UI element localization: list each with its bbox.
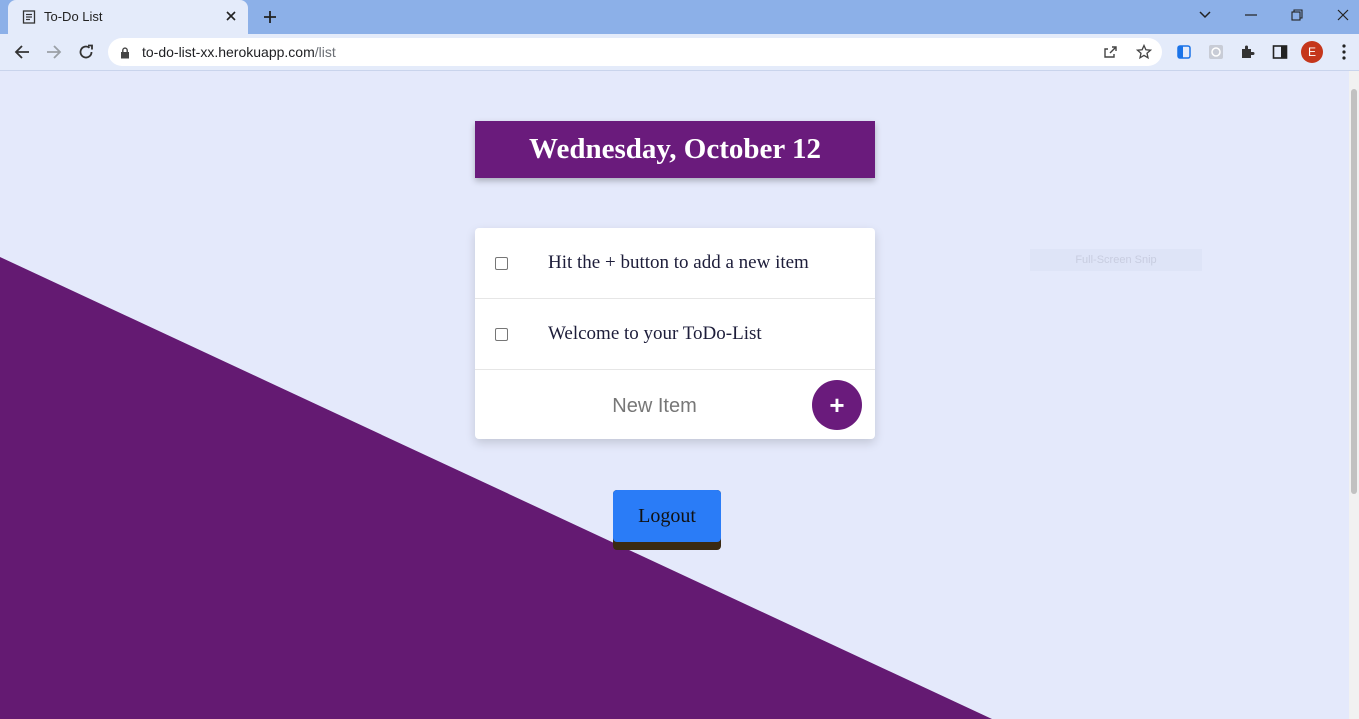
restore-icon[interactable] xyxy=(1283,4,1311,26)
tab-title: To-Do List xyxy=(44,9,103,24)
extension-puzzle-grid-icon[interactable] xyxy=(1205,41,1227,63)
list-item: Welcome to your ToDo-List xyxy=(475,299,875,370)
logout-button[interactable]: Logout xyxy=(613,490,721,550)
address-bar[interactable]: to-do-list-xx.herokuapp.com/list xyxy=(108,38,1162,66)
item-label: Welcome to your ToDo-List xyxy=(548,323,762,344)
tab-search-icon[interactable] xyxy=(1191,4,1219,26)
browser-toolbar: to-do-list-xx.herokuapp.com/list E xyxy=(0,34,1359,71)
side-panel-icon[interactable] xyxy=(1269,41,1291,63)
todo-card: Hit the + button to add a new item Welco… xyxy=(475,228,875,439)
lock-icon[interactable] xyxy=(120,46,130,64)
item-checkbox[interactable] xyxy=(495,328,508,341)
new-item-row: + xyxy=(475,370,875,439)
back-icon[interactable] xyxy=(11,41,33,63)
share-icon[interactable] xyxy=(1101,42,1121,62)
bookmark-star-icon[interactable] xyxy=(1134,42,1154,62)
item-label: Hit the + button to add a new item xyxy=(548,252,809,273)
scrollbar[interactable] xyxy=(1349,71,1359,719)
page-content: Wednesday, October 12 Hit the + button t… xyxy=(0,71,1349,719)
add-item-button[interactable]: + xyxy=(812,380,862,430)
document-icon xyxy=(22,10,36,24)
tab-bar: To-Do List xyxy=(0,0,1359,34)
extension-book-icon[interactable] xyxy=(1173,41,1195,63)
date-heading-box: Wednesday, October 12 xyxy=(475,121,875,178)
scrollbar-thumb[interactable] xyxy=(1351,89,1357,494)
reload-icon[interactable] xyxy=(75,41,97,63)
logout-label: Logout xyxy=(613,490,721,542)
url-text[interactable]: to-do-list-xx.herokuapp.com/list xyxy=(142,44,336,60)
close-tab-icon[interactable] xyxy=(222,7,240,25)
date-heading: Wednesday, October 12 xyxy=(529,133,821,165)
forward-icon[interactable] xyxy=(43,41,65,63)
new-tab-icon[interactable] xyxy=(259,6,281,28)
extensions-icon[interactable] xyxy=(1237,41,1259,63)
item-checkbox[interactable] xyxy=(495,257,508,270)
profile-avatar[interactable]: E xyxy=(1301,41,1323,63)
minimize-icon[interactable] xyxy=(1237,4,1265,26)
snip-overlay-hint: Full-Screen Snip xyxy=(1030,249,1202,271)
close-window-icon[interactable] xyxy=(1329,4,1357,26)
browser-tab[interactable]: To-Do List xyxy=(8,0,248,34)
new-item-input[interactable] xyxy=(535,388,774,424)
list-item: Hit the + button to add a new item xyxy=(475,228,875,299)
menu-kebab-icon[interactable] xyxy=(1333,41,1355,63)
